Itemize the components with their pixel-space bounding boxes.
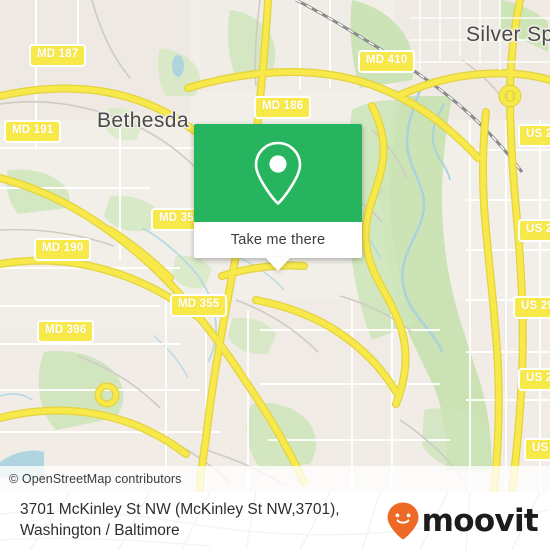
osm-attribution-text[interactable]: © OpenStreetMap contributors bbox=[0, 472, 182, 486]
road-shield-md-190[interactable]: MD 190 bbox=[34, 238, 92, 261]
road-shield-md-186[interactable]: MD 186 bbox=[254, 96, 312, 119]
take-me-there-label: Take me there bbox=[230, 232, 326, 248]
road-shield-md-187[interactable]: MD 187 bbox=[29, 44, 87, 67]
map-page: Bethesda Silver Spr MD 187 MD 410 MD 186… bbox=[0, 0, 550, 550]
map-attribution-bar: © OpenStreetMap contributors bbox=[0, 466, 550, 492]
footer-content: 3701 McKinley St NW (McKinley St NW,3701… bbox=[0, 492, 550, 550]
road-shield-us-29-e[interactable]: US 29 bbox=[524, 438, 550, 461]
location-address: 3701 McKinley St NW (McKinley St NW,3701… bbox=[20, 500, 340, 542]
road-shield-us-29-a[interactable]: US 29 bbox=[518, 124, 550, 147]
place-label-bethesda: Bethesda bbox=[97, 109, 189, 132]
road-shield-md-355-b[interactable]: MD 355 bbox=[170, 294, 228, 317]
location-popup-card[interactable]: Take me there bbox=[194, 124, 362, 271]
moovit-logo[interactable]: moovit bbox=[386, 501, 539, 541]
popup-pin-area bbox=[194, 124, 362, 222]
moovit-pin-icon bbox=[387, 502, 419, 540]
map-pin-icon bbox=[254, 141, 302, 205]
popup-action-area[interactable]: Take me there bbox=[194, 222, 362, 271]
map-canvas[interactable]: Bethesda Silver Spr MD 187 MD 410 MD 186… bbox=[0, 0, 550, 492]
moovit-wordmark: moovit bbox=[421, 502, 539, 539]
place-label-silver-spring: Silver Spr bbox=[466, 23, 550, 46]
road-shield-md-410[interactable]: MD 410 bbox=[358, 50, 416, 73]
road-shield-md-396[interactable]: MD 396 bbox=[37, 320, 95, 343]
footer-bar: 3701 McKinley St NW (McKinley St NW,3701… bbox=[0, 492, 550, 550]
road-shield-md-191[interactable]: MD 191 bbox=[4, 120, 62, 143]
road-shield-us-29-d[interactable]: US 29 bbox=[518, 368, 550, 391]
address-line-2: Washington / Baltimore bbox=[20, 522, 180, 539]
popup-tail bbox=[265, 257, 291, 271]
road-shield-us-29-c[interactable]: US 29 bbox=[513, 296, 550, 319]
address-line-1: 3701 McKinley St NW (McKinley St NW,3701… bbox=[20, 501, 340, 519]
road-shield-us-29-b[interactable]: US 29 bbox=[518, 219, 550, 242]
